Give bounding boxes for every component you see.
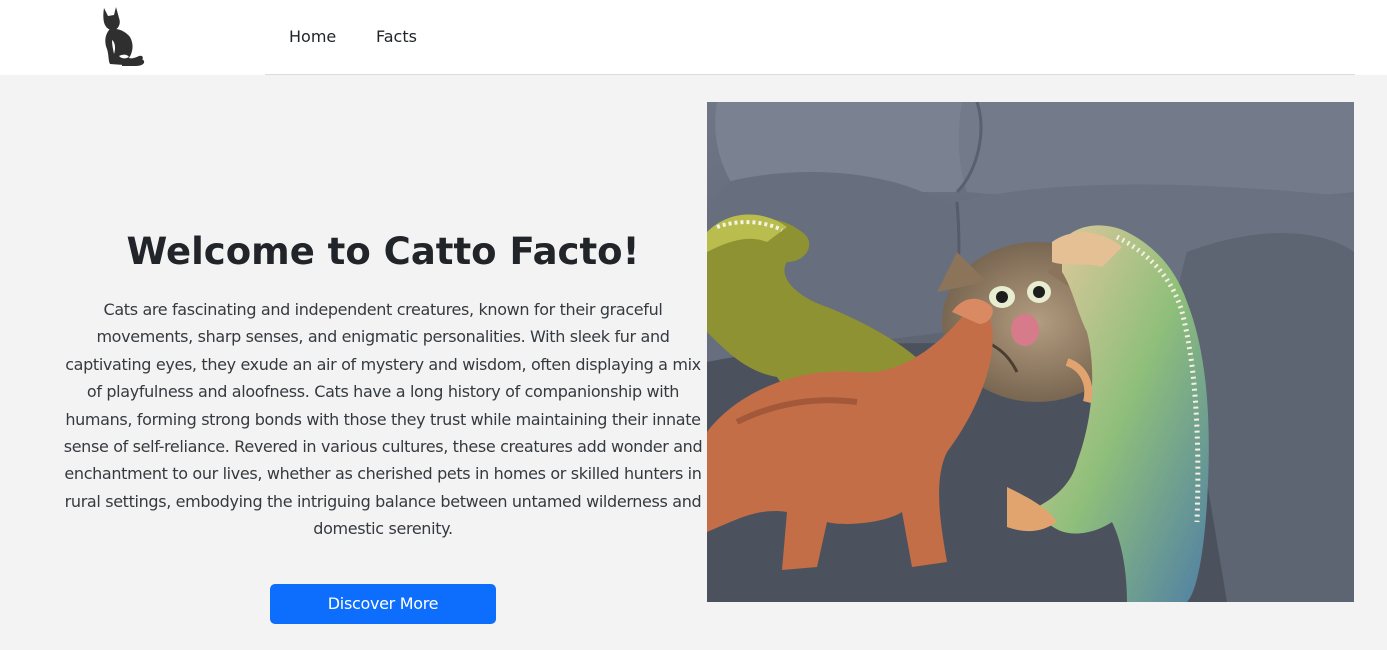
nav-link-home[interactable]: Home [289,27,336,47]
navbar: Home Facts [0,0,1387,75]
navbar-divider [265,74,1355,75]
discover-more-button[interactable]: Discover More [270,584,496,624]
hero-cat-dinosaur-image [707,102,1354,602]
cat-logo-icon[interactable] [98,4,148,68]
hero-description: Cats are fascinating and independent cre… [63,300,703,539]
hero-title: Welcome to Catto Facto! [126,230,640,273]
nav-link-facts[interactable]: Facts [376,27,417,47]
